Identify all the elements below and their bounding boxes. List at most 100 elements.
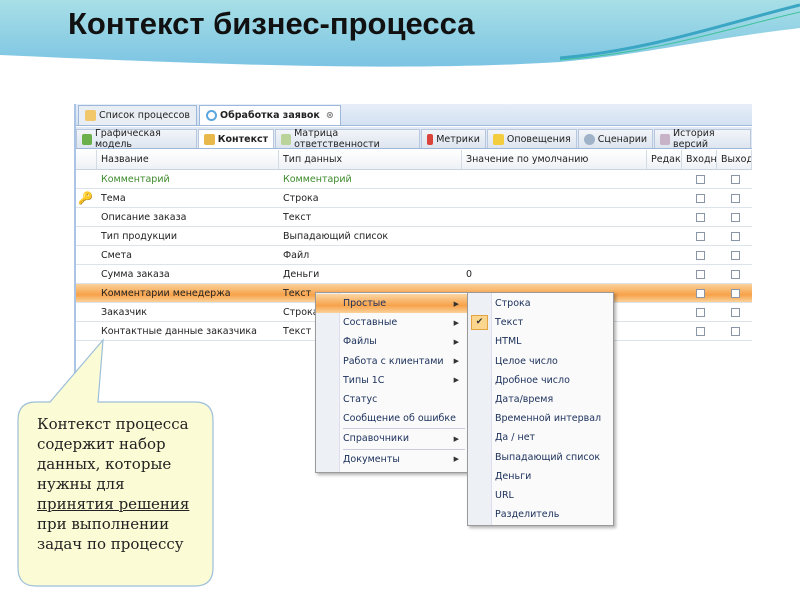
output-checkbox-cell bbox=[717, 174, 752, 184]
menu-item[interactable]: Работа с клиентами ▶ bbox=[316, 352, 469, 371]
menu-item-label: Файлы bbox=[343, 336, 377, 348]
output-checkbox-cell bbox=[717, 269, 752, 279]
table-row[interactable]: Комментарий Комментарий bbox=[76, 170, 752, 189]
submenu-item-label: Дата/время bbox=[495, 394, 554, 406]
column-header[interactable]: Редак bbox=[647, 150, 682, 169]
input-checkbox[interactable] bbox=[696, 231, 705, 241]
output-checkbox[interactable] bbox=[731, 231, 740, 241]
submenu-item[interactable]: ✔ Текст bbox=[468, 313, 613, 332]
input-checkbox[interactable] bbox=[696, 250, 705, 260]
submenu-item[interactable]: Дата/время bbox=[468, 390, 613, 409]
submenu-item[interactable]: Разделитель bbox=[468, 505, 613, 524]
submenu-item[interactable]: Целое число bbox=[468, 352, 613, 371]
menu-item[interactable]: Документы ▶ bbox=[316, 450, 469, 469]
menu-item[interactable]: Статус bbox=[316, 390, 469, 409]
submenu-item[interactable]: Деньги bbox=[468, 467, 613, 486]
tab-label: Матрица ответственности bbox=[294, 128, 380, 150]
output-checkbox-cell bbox=[717, 212, 752, 222]
tab-label: Контекст bbox=[217, 133, 269, 145]
tab-label: Обработка заявок bbox=[220, 110, 320, 121]
row-icon bbox=[76, 174, 97, 185]
table-header: Название Тип данных Значение по умолчани… bbox=[76, 150, 752, 170]
history-icon bbox=[660, 133, 671, 145]
cell-name: Заказчик bbox=[101, 306, 148, 318]
input-checkbox[interactable] bbox=[696, 307, 705, 317]
submenu-arrow-icon: ▶ bbox=[453, 455, 459, 464]
column-header[interactable]: Выход bbox=[717, 150, 752, 169]
close-icon[interactable]: ⊗ bbox=[326, 110, 334, 121]
table-row[interactable]: 🔑 Тема Строка bbox=[76, 189, 752, 208]
callout-line: принятия решения bbox=[37, 495, 190, 513]
submenu-item[interactable]: Да / нет bbox=[468, 428, 613, 447]
output-checkbox[interactable] bbox=[731, 326, 740, 336]
tab-metrics[interactable]: Метрики bbox=[421, 129, 486, 148]
callout-line: данных, которые bbox=[37, 455, 172, 473]
menu-item[interactable]: Простые ▶ bbox=[316, 294, 469, 314]
submenu-item[interactable]: Строка bbox=[468, 294, 613, 313]
row-icon bbox=[76, 231, 97, 242]
menu-item-label: Работа с клиентами bbox=[343, 355, 444, 367]
column-header[interactable]: Значение по умолчанию bbox=[462, 150, 647, 169]
menu-item-label: Документы bbox=[343, 453, 400, 465]
output-checkbox[interactable] bbox=[731, 288, 740, 298]
submenu-item-label: URL bbox=[495, 489, 514, 501]
tab-label: Оповещения bbox=[506, 133, 571, 145]
submenu-arrow-icon: ▶ bbox=[453, 376, 459, 385]
input-checkbox[interactable] bbox=[696, 326, 705, 336]
row-icon bbox=[76, 269, 97, 280]
input-checkbox[interactable] bbox=[696, 269, 705, 279]
tab-request-processing[interactable]: Обработка заявок ⊗ bbox=[199, 105, 341, 125]
submenu-item[interactable]: Выпадающий список bbox=[468, 448, 613, 467]
context-icon bbox=[203, 133, 215, 145]
table-row[interactable]: Тип продукции Выпадающий список bbox=[76, 227, 752, 246]
input-checkbox[interactable] bbox=[696, 193, 705, 203]
cell-name: Сумма заказа bbox=[101, 268, 170, 280]
output-checkbox[interactable] bbox=[731, 307, 740, 317]
column-header[interactable]: Входн bbox=[682, 150, 717, 169]
row-icon bbox=[76, 212, 97, 223]
menu-item[interactable]: Сообщение об ошибке bbox=[316, 409, 469, 428]
output-checkbox[interactable] bbox=[731, 212, 740, 222]
output-checkbox[interactable] bbox=[731, 193, 740, 203]
table-row[interactable]: Смета Файл bbox=[76, 246, 752, 265]
tab-notifications[interactable]: Оповещения bbox=[486, 129, 577, 148]
menu-item[interactable]: Справочники ▶ bbox=[316, 429, 469, 448]
context-menu: Простые ▶ Составные ▶ Файлы ▶ Работа с клиента… bbox=[315, 292, 470, 473]
tab-version-history[interactable]: История версий bbox=[654, 128, 751, 150]
submenu-item[interactable]: Временной интервал bbox=[468, 409, 613, 428]
submenu-item[interactable]: Дробное число bbox=[468, 371, 613, 390]
output-checkbox[interactable] bbox=[731, 269, 740, 279]
submenu-item-label: Деньги bbox=[495, 470, 532, 482]
tab-label: Сценарии bbox=[597, 133, 648, 145]
tab-label: История версий bbox=[673, 128, 715, 150]
column-header[interactable]: Название bbox=[97, 150, 279, 169]
cell-name: Тема bbox=[101, 192, 126, 204]
input-checkbox[interactable] bbox=[696, 288, 705, 298]
tab-context[interactable]: Контекст bbox=[197, 129, 275, 148]
input-checkbox[interactable] bbox=[696, 174, 705, 184]
output-checkbox[interactable] bbox=[731, 174, 740, 184]
column-header[interactable]: Тип данных bbox=[279, 150, 462, 169]
menu-item[interactable]: Составные ▶ bbox=[316, 313, 469, 332]
table-row[interactable]: Описание заказа Текст bbox=[76, 208, 752, 227]
output-checkbox-cell bbox=[717, 250, 752, 260]
submenu-item[interactable]: URL bbox=[468, 486, 613, 505]
menu-item[interactable]: Типы 1С ▶ bbox=[316, 371, 469, 390]
output-checkbox[interactable] bbox=[731, 250, 740, 260]
submenu-item[interactable]: HTML bbox=[468, 332, 613, 351]
input-checkbox[interactable] bbox=[696, 212, 705, 222]
input-checkbox-cell bbox=[682, 307, 717, 317]
table-row[interactable]: Сумма заказа Деньги 0 bbox=[76, 265, 752, 284]
callout-line: содержит набор bbox=[37, 435, 166, 453]
tab-responsibility-matrix[interactable]: Матрица ответственности bbox=[275, 128, 421, 150]
input-checkbox-cell bbox=[682, 326, 717, 336]
input-checkbox-cell bbox=[682, 269, 717, 279]
folder-icon bbox=[85, 110, 96, 121]
tab-scenarios[interactable]: Сценарии bbox=[577, 129, 654, 148]
menu-item[interactable]: Файлы ▶ bbox=[316, 332, 469, 351]
tab-process-list[interactable]: Список процессов bbox=[78, 105, 198, 125]
menu-item-label: Составные bbox=[343, 317, 398, 329]
tab-graphic-model[interactable]: Графическая модель bbox=[76, 128, 197, 150]
cell-name: Смета bbox=[101, 249, 133, 261]
submenu-item-label: Дробное число bbox=[495, 374, 570, 386]
